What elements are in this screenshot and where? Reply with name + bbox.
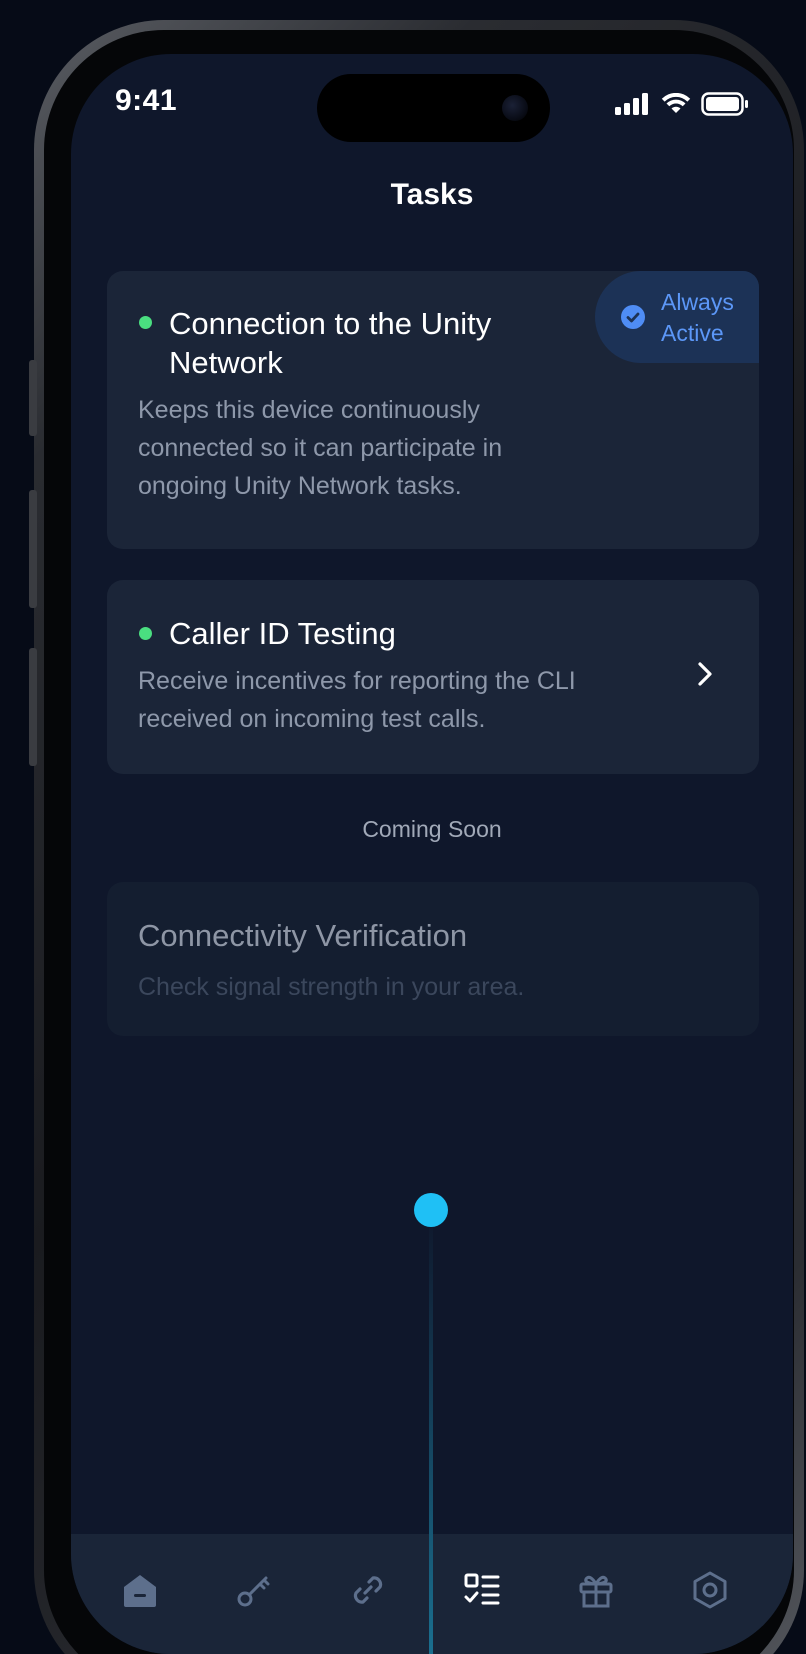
- tasks-icon: [464, 1573, 500, 1605]
- link-icon: [353, 1576, 383, 1604]
- gift-icon: [579, 1575, 613, 1608]
- task-card-connectivity-verification: Connectivity Verification Check signal s…: [107, 882, 759, 1036]
- scroll-indicator-line: [429, 1212, 433, 1654]
- status-icons: [615, 92, 749, 116]
- key-icon: [237, 1576, 270, 1607]
- task-description: Receive incentives for reporting the CLI…: [138, 667, 576, 733]
- battery-icon: [701, 92, 748, 116]
- volume-up-button: [29, 490, 37, 608]
- action-button: [29, 360, 37, 436]
- tab-settings[interactable]: [682, 1562, 738, 1618]
- settings-icon: [693, 1571, 727, 1609]
- chevron-right-icon[interactable]: [695, 660, 715, 688]
- status-dot: [139, 316, 152, 329]
- task-description: Keeps this device continuously connected…: [138, 396, 503, 500]
- tab-links[interactable]: [340, 1562, 396, 1618]
- task-description: Check signal strength in your area.: [138, 973, 525, 1001]
- task-title: Connection to the Unity Network: [169, 306, 492, 380]
- coming-soon-label: Coming Soon: [362, 816, 502, 842]
- status-time: 9:41: [115, 84, 178, 117]
- task-card-unity-network: Connection to the Unity Network Keeps th…: [107, 271, 759, 549]
- tab-rewards[interactable]: [568, 1562, 624, 1618]
- cellular-signal-icon: [615, 93, 648, 115]
- always-active-badge: Always Active: [595, 271, 759, 363]
- camera-icon: [502, 95, 528, 121]
- scroll-indicator-dot[interactable]: [414, 1193, 448, 1227]
- tab-tasks[interactable]: [454, 1562, 510, 1618]
- volume-down-button: [29, 648, 37, 766]
- task-card-caller-id[interactable]: Caller ID Testing Receive incentives for…: [107, 580, 759, 774]
- home-icon: [124, 1575, 156, 1607]
- task-title: Connectivity Verification: [138, 918, 468, 953]
- tab-keys[interactable]: [226, 1562, 282, 1618]
- wifi-icon: [661, 93, 691, 113]
- tab-home[interactable]: [112, 1562, 168, 1618]
- page-title: Tasks: [390, 178, 474, 211]
- status-dot: [139, 627, 152, 640]
- badge-label: Always Active: [661, 289, 734, 346]
- task-title: Caller ID Testing: [169, 616, 396, 651]
- dynamic-island: [317, 74, 550, 142]
- check-circle-icon: [621, 305, 645, 329]
